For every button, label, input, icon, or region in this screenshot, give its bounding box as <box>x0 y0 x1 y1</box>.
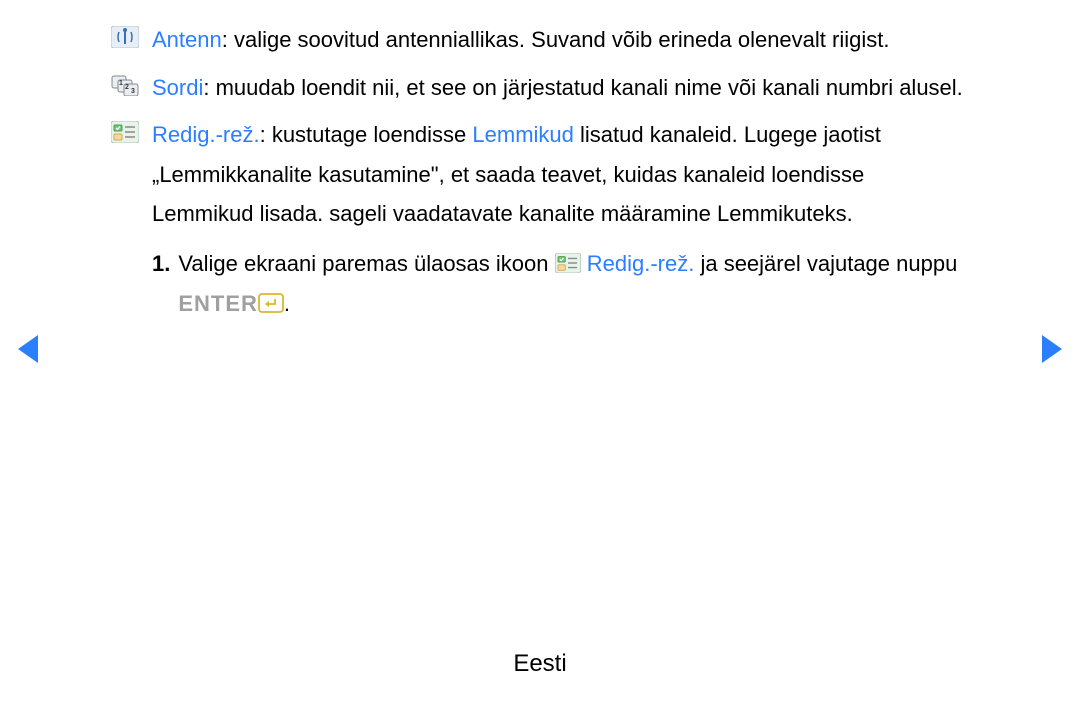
step-text-c: . <box>284 291 290 316</box>
list-item-antenn: Antenn: valige soovitud antenniallikas. … <box>110 20 970 60</box>
item-body-a: : kustutage loendisse <box>260 122 473 147</box>
edit-mode-icon <box>555 253 581 273</box>
svg-text:3: 3 <box>131 88 135 95</box>
item-body: : valige soovitud antenniallikas. Suvand… <box>222 27 890 52</box>
step-label: Redig.-rež. <box>581 251 695 276</box>
svg-text:1: 1 <box>119 80 123 87</box>
list-item-sordi: 1 2 3 Sordi: muudab loendit nii, et see … <box>110 68 970 108</box>
item-highlight: Lemmikud <box>472 122 573 147</box>
item-text: Sordi: muudab loendit nii, et see on jär… <box>152 68 970 108</box>
enter-label: ENTER <box>178 291 258 316</box>
enter-icon <box>258 293 284 313</box>
item-body: : muudab loendit nii, et see on järjesta… <box>203 75 962 100</box>
svg-text:2: 2 <box>125 84 129 91</box>
numbered-step-1: 1. Valige ekraani paremas ülaosas ikoon … <box>152 244 970 323</box>
step-body: Valige ekraani paremas ülaosas ikoon Red… <box>178 244 970 323</box>
item-label: Antenn <box>152 27 222 52</box>
item-label: Sordi <box>152 75 203 100</box>
step-number: 1. <box>152 244 170 284</box>
nav-next-icon[interactable] <box>1042 335 1062 363</box>
item-text: Antenn: valige soovitud antenniallikas. … <box>152 20 970 60</box>
item-label: Redig.-rež. <box>152 122 260 147</box>
list-item-redig: Redig.-rež.: kustutage loendisse Lemmiku… <box>110 115 970 234</box>
sort-icon: 1 2 3 <box>110 74 140 96</box>
step-text-b: ja seejärel vajutage nuppu <box>694 251 957 276</box>
item-text: Redig.-rež.: kustutage loendisse Lemmiku… <box>152 115 970 234</box>
step-text-a: Valige ekraani paremas ülaosas ikoon <box>178 251 554 276</box>
nav-prev-icon[interactable] <box>18 335 38 363</box>
antenna-icon <box>110 26 140 48</box>
edit-mode-icon <box>110 121 140 143</box>
page-footer-language: Eesti <box>0 642 1080 685</box>
